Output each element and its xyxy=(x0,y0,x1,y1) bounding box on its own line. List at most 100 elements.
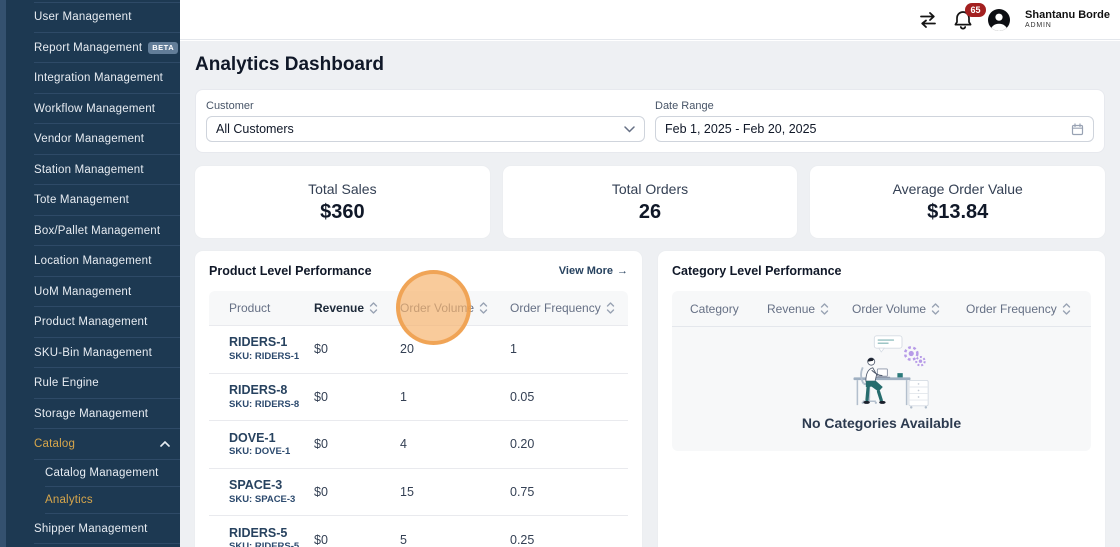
product-panel-header: Product Level Performance View More → xyxy=(209,263,628,279)
table-row: SPACE-3SKU: SPACE-3 $0 15 0.75 xyxy=(209,468,628,516)
customer-filter: Customer All Customers xyxy=(206,100,645,142)
stat-label: Total Orders xyxy=(612,181,688,197)
view-more-link[interactable]: View More → xyxy=(559,265,628,277)
sidebar-item-storage-management[interactable]: Storage Management xyxy=(0,399,180,430)
stat-value: 26 xyxy=(639,201,661,224)
column-header-product: Product xyxy=(229,301,314,315)
stat-label: Average Order Value xyxy=(893,181,1023,197)
order-frequency-cell: 1 xyxy=(510,342,628,356)
sidebar-item-label: Storage Management xyxy=(34,408,148,420)
empty-state-illustration xyxy=(832,333,932,411)
date-range-filter: Date Range Feb 1, 2025 - Feb 20, 2025 xyxy=(655,100,1094,142)
sidebar-item-label: Report Management xyxy=(34,42,142,54)
category-performance-panel: Category Level Performance Category Reve… xyxy=(658,251,1105,547)
revenue-cell: $0 xyxy=(314,437,400,451)
sidebar-item-user-management[interactable]: User Management xyxy=(0,2,180,33)
order-volume-cell: 5 xyxy=(400,533,510,547)
product-cell: SPACE-3SKU: SPACE-3 xyxy=(229,478,314,506)
sort-icon xyxy=(931,302,940,316)
transfer-arrows-icon xyxy=(917,10,939,30)
performance-panels: Product Level Performance View More → Pr… xyxy=(195,251,1105,547)
revenue-cell: $0 xyxy=(314,485,400,499)
customer-select[interactable]: All Customers xyxy=(206,116,645,142)
avatar-icon xyxy=(987,8,1011,32)
chevron-down-icon xyxy=(624,126,635,133)
customer-value: All Customers xyxy=(216,122,294,136)
sidebar-item-box-pallet-management[interactable]: Box/Pallet Management xyxy=(0,216,180,247)
sidebar-item-workflow-management[interactable]: Workflow Management xyxy=(0,94,180,125)
sidebar-item-integration-management[interactable]: Integration Management xyxy=(0,63,180,94)
sidebar-item-uom-management[interactable]: UoM Management xyxy=(0,277,180,308)
revenue-cell: $0 xyxy=(314,533,400,547)
sidebar-item-catalog[interactable]: Catalog xyxy=(0,429,180,460)
revenue-cell: $0 xyxy=(314,342,400,356)
column-header-order-frequency[interactable]: Order Frequency xyxy=(510,301,628,315)
sidebar-item-product-management[interactable]: Product Management xyxy=(0,307,180,338)
column-header-revenue[interactable]: Revenue xyxy=(314,301,400,315)
user-menu[interactable]: Shantanu Borde ADMIN xyxy=(1025,9,1110,31)
product-table: Product Revenue Order Volume Order Frequ… xyxy=(209,291,628,547)
sidebar-item-label: Rule Engine xyxy=(34,377,99,389)
product-cell: RIDERS-5SKU: RIDERS-5 xyxy=(229,526,314,547)
sidebar-item-label: Catalog Management xyxy=(45,467,159,479)
sidebar-item-label: Catalog xyxy=(34,438,75,450)
sidebar-item-label: Station Management xyxy=(34,164,144,176)
sidebar-item-shipper-management[interactable]: Shipper Management xyxy=(0,514,180,545)
stat-value: $360 xyxy=(320,201,365,224)
date-range-value: Feb 1, 2025 - Feb 20, 2025 xyxy=(665,122,817,136)
stat-card-average-order-value: Average Order Value $13.84 xyxy=(810,166,1105,238)
column-header-order-volume[interactable]: Order Volume xyxy=(852,302,966,316)
sidebar-item-label: SKU-Bin Management xyxy=(34,347,152,359)
stat-card-total-sales: Total Sales $360 xyxy=(195,166,490,238)
date-range-input[interactable]: Feb 1, 2025 - Feb 20, 2025 xyxy=(655,116,1094,142)
sidebar-item-location-management[interactable]: Location Management xyxy=(0,246,180,277)
order-volume-cell: 15 xyxy=(400,485,510,499)
column-header-category: Category xyxy=(690,302,767,316)
column-header-order-frequency[interactable]: Order Frequency xyxy=(966,302,1091,316)
order-volume-cell: 1 xyxy=(400,390,510,404)
column-header-order-volume[interactable]: Order Volume xyxy=(400,301,510,315)
transfer-arrows-button[interactable] xyxy=(917,10,939,30)
order-frequency-cell: 0.75 xyxy=(510,485,628,499)
arrow-right-icon: → xyxy=(617,265,628,277)
sidebar-item-label: Tote Management xyxy=(34,194,129,206)
user-avatar[interactable] xyxy=(987,8,1011,32)
sidebar-item-label: Vendor Management xyxy=(34,133,144,145)
sidebar-item-vendor-management[interactable]: Vendor Management xyxy=(0,124,180,155)
notifications-button[interactable]: 65 xyxy=(953,9,973,31)
stats-row: Total Sales $360 Total Orders 26 Average… xyxy=(195,166,1105,238)
product-performance-panel: Product Level Performance View More → Pr… xyxy=(195,251,642,547)
chevron-up-icon xyxy=(160,441,170,447)
order-frequency-cell: 0.25 xyxy=(510,533,628,547)
sidebar-item-station-management[interactable]: Station Management xyxy=(0,155,180,186)
date-range-label: Date Range xyxy=(655,100,1094,112)
sidebar-item-label: Product Management xyxy=(34,316,148,328)
sidebar-item-report-management[interactable]: Report Management BETA xyxy=(0,33,180,64)
order-volume-cell: 20 xyxy=(400,342,510,356)
sidebar-item-label: Box/Pallet Management xyxy=(34,225,160,237)
stat-value: $13.84 xyxy=(927,201,988,224)
sidebar-nav: User Management Report Management BETA In… xyxy=(0,2,180,544)
stat-card-total-orders: Total Orders 26 xyxy=(503,166,798,238)
sidebar-item-analytics[interactable]: Analytics xyxy=(0,487,180,514)
product-panel-title: Product Level Performance xyxy=(209,264,372,278)
user-name: Shantanu Borde xyxy=(1025,9,1110,22)
sort-icon xyxy=(820,302,829,316)
column-header-revenue[interactable]: Revenue xyxy=(767,302,852,316)
sidebar-item-tote-management[interactable]: Tote Management xyxy=(0,185,180,216)
category-panel-title: Category Level Performance xyxy=(672,264,842,278)
sidebar-item-label: Integration Management xyxy=(34,72,163,84)
sidebar-item-label: Shipper Management xyxy=(34,523,148,535)
sidebar-item-label: UoM Management xyxy=(34,286,131,298)
sidebar-item-sku-bin-management[interactable]: SKU-Bin Management xyxy=(0,338,180,369)
table-row: RIDERS-5SKU: RIDERS-5 $0 5 0.25 xyxy=(209,515,628,547)
beta-badge: BETA xyxy=(148,42,178,54)
category-table: Category Revenue Order Volume Order Freq… xyxy=(672,291,1091,451)
sidebar-item-rule-engine[interactable]: Rule Engine xyxy=(0,368,180,399)
sidebar-item-catalog-management[interactable]: Catalog Management xyxy=(0,460,180,487)
category-table-header: Category Revenue Order Volume Order Freq… xyxy=(672,291,1091,327)
order-frequency-cell: 0.05 xyxy=(510,390,628,404)
notification-count-badge: 65 xyxy=(965,3,986,17)
user-role: ADMIN xyxy=(1025,22,1110,30)
main-content: Analytics Dashboard Customer All Custome… xyxy=(180,41,1120,547)
